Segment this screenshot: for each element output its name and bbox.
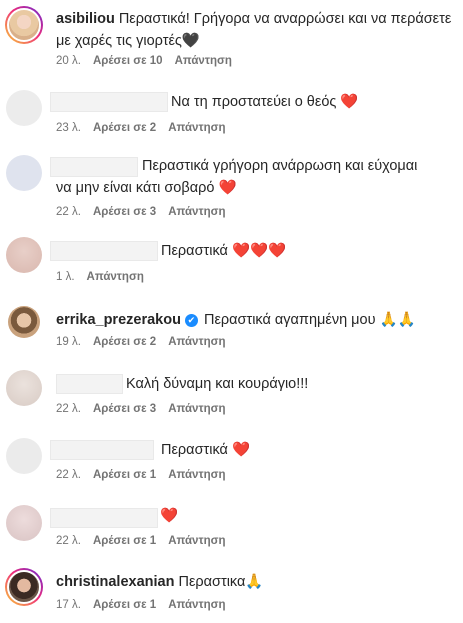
avatar[interactable] <box>6 505 42 541</box>
comment-username[interactable]: errika_prezerakou <box>56 312 181 328</box>
comment-body: Καλή δύναμη και κουράγιο!!! <box>126 376 309 392</box>
comment-body: ❤️ <box>160 508 179 524</box>
comment-time: 1 λ. <box>56 271 75 283</box>
comment-time: 20 λ. <box>56 55 81 67</box>
comment-meta: 22 λ. Αρέσει σε 3 Απάντηση <box>56 206 238 218</box>
avatar[interactable] <box>6 90 42 126</box>
comment-likes[interactable]: Αρέσει σε 2 <box>93 122 156 134</box>
comment-body: Να τη προστατεύει ο θεός ❤️ <box>171 94 359 110</box>
comment-meta: 17 λ. Αρέσει σε 1 Απάντηση <box>56 599 238 611</box>
comment-likes[interactable]: Αρέσει σε 1 <box>93 535 156 547</box>
reply-button[interactable]: Απάντηση <box>168 535 225 547</box>
comment-body: Περαστικα🙏 <box>178 574 264 590</box>
comment-body: Περαστικά! Γρήγορα να αναρρώσει και να π… <box>56 11 452 49</box>
comment-time: 22 λ. <box>56 535 81 547</box>
blurred-username <box>50 440 154 460</box>
reply-button[interactable]: Απάντηση <box>168 403 225 415</box>
comment-body: Περαστικά γρήγορη ανάρρωση και εύχομαι ν… <box>56 158 418 196</box>
comment-likes[interactable]: Αρέσει σε 3 <box>93 403 156 415</box>
reply-button[interactable]: Απάντηση <box>168 206 225 218</box>
comment-likes[interactable]: Αρέσει σε 1 <box>93 469 156 481</box>
reply-button[interactable]: Απάντηση <box>168 599 225 611</box>
blurred-username <box>50 508 158 528</box>
comment-meta: 22 λ. Αρέσει σε 1 Απάντηση <box>56 469 238 481</box>
comment-time: 23 λ. <box>56 122 81 134</box>
comment-text: asibiliou Περαστικά! Γρήγορα να αναρρώσει… <box>56 8 456 52</box>
blurred-username <box>50 241 158 261</box>
verified-badge-icon: ✔ <box>184 314 198 327</box>
comment-time: 22 λ. <box>56 403 81 415</box>
comment-body: Περαστικά ❤️ <box>161 442 251 458</box>
comment-meta: 22 λ. Αρέσει σε 3 Απάντηση <box>56 403 238 415</box>
comment-time: 22 λ. <box>56 469 81 481</box>
avatar[interactable] <box>6 155 42 191</box>
avatar[interactable] <box>6 370 42 406</box>
comment-likes[interactable]: Αρέσει σε 3 <box>93 206 156 218</box>
comment-meta: 1 λ. Απάντηση <box>56 271 156 283</box>
avatar[interactable] <box>5 6 43 44</box>
comment-meta: 19 λ. Αρέσει σε 2 Απάντηση <box>56 336 238 348</box>
reply-button[interactable]: Απάντηση <box>168 122 225 134</box>
comment-likes[interactable]: Αρέσει σε 2 <box>93 336 156 348</box>
comment-meta: 20 λ. Αρέσει σε 10 Απάντηση <box>56 55 244 67</box>
comment-meta: 23 λ. Αρέσει σε 2 Απάντηση <box>56 122 238 134</box>
comment-text: errika_prezerakou ✔ Περαστικά αγαπημένη μ… <box>56 309 456 331</box>
avatar[interactable] <box>8 306 40 338</box>
comment-body: Περαστικά ❤️❤️❤️ <box>161 243 287 259</box>
comment-time: 22 λ. <box>56 206 81 218</box>
blurred-username <box>50 92 168 112</box>
reply-button[interactable]: Απάντηση <box>168 336 225 348</box>
avatar[interactable] <box>6 438 42 474</box>
comment-meta: 22 λ. Αρέσει σε 1 Απάντηση <box>56 535 238 547</box>
reply-button[interactable]: Απάντηση <box>175 55 232 67</box>
blurred-username <box>56 374 123 394</box>
avatar[interactable] <box>6 237 42 273</box>
comment-text: christinalexanian Περαστικα🙏 <box>56 571 456 593</box>
reply-button[interactable]: Απάντηση <box>168 469 225 481</box>
comment-username[interactable]: asibiliou <box>56 11 115 27</box>
comment-likes[interactable]: Αρέσει σε 10 <box>93 55 163 67</box>
comment-time: 17 λ. <box>56 599 81 611</box>
comment-time: 19 λ. <box>56 336 81 348</box>
comment-body: Περαστικά αγαπημένη μου 🙏🙏 <box>203 312 416 328</box>
comment-likes[interactable]: Αρέσει σε 1 <box>93 599 156 611</box>
comment-username[interactable]: christinalexanian <box>56 574 174 590</box>
avatar[interactable] <box>5 568 43 606</box>
reply-button[interactable]: Απάντηση <box>87 271 144 283</box>
